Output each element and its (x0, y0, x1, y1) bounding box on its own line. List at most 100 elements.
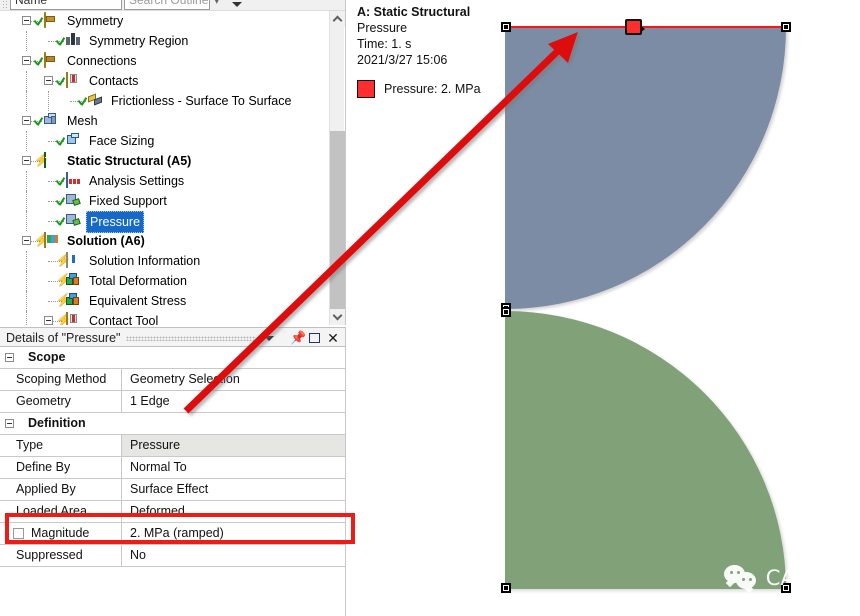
tree-item[interactable]: ⚡ Solution (A6) (0, 231, 330, 251)
property-name: Geometry (0, 391, 122, 412)
outline-scrollbar[interactable] (329, 11, 345, 325)
tree-guide (26, 251, 27, 271)
scrollbar-thumb[interactable] (330, 131, 345, 313)
property-value[interactable]: 1 Edge (122, 391, 345, 412)
tree-item[interactable]: ⚡ Equivalent Stress (0, 291, 330, 311)
contacts-folder-icon (66, 312, 77, 325)
status-check-icon (55, 36, 66, 47)
selection-handle[interactable] (781, 22, 791, 32)
tree-item[interactable]: Analysis Settings (0, 171, 330, 191)
tree-item-label: Mesh (67, 114, 98, 128)
wechat-eye (736, 571, 740, 574)
toolbar-grip[interactable] (2, 0, 8, 10)
tree-item[interactable]: ⚡ Solution Information (0, 251, 330, 271)
tree-item[interactable]: ⚡ Total Deformation (0, 271, 330, 291)
tree-expander[interactable] (44, 76, 53, 85)
outline-panel: Name Search Outline ▾ Symmetry Symmetry R… (0, 0, 346, 325)
tree-expander[interactable] (22, 16, 31, 25)
selection-handle[interactable] (501, 583, 511, 593)
tree-item-label: Symmetry Region (89, 34, 189, 48)
status-check-icon (55, 176, 66, 187)
details-property-row[interactable]: Loaded Area Deformed (0, 501, 345, 523)
property-value[interactable]: Geometry Selection (122, 369, 345, 390)
static-structural-icon (44, 152, 58, 168)
details-property-row[interactable]: Define By Normal To (0, 457, 345, 479)
tree-expander[interactable] (22, 156, 31, 165)
status-bolt-icon: ⚡ (56, 253, 71, 267)
tree-item[interactable]: Fixed Support (0, 191, 330, 211)
tree-item[interactable]: Contacts (0, 71, 330, 91)
tree-expander[interactable] (22, 56, 31, 65)
scroll-down-button[interactable] (330, 309, 345, 325)
group-collapse-icon[interactable] (5, 419, 14, 428)
details-property-table[interactable]: Scope Scoping Method Geometry Selection Geo… (0, 347, 345, 567)
details-property-row[interactable]: Geometry 1 Edge (0, 391, 345, 413)
tree-guide (26, 271, 27, 291)
details-pin-button[interactable]: 📌 (290, 331, 306, 345)
tree-item[interactable]: ⚡ Static Structural (A5) (0, 151, 330, 171)
geometry-lower-body[interactable] (505, 311, 786, 589)
contacts-folder-icon (66, 72, 77, 88)
status-check-icon (55, 76, 66, 87)
toolbar-overflow-icon[interactable] (232, 2, 242, 7)
selection-handle[interactable] (501, 307, 511, 317)
group-collapse-icon[interactable] (5, 353, 14, 362)
property-value[interactable]: Normal To (122, 457, 345, 478)
details-group-row[interactable]: Scope (0, 347, 345, 369)
property-value[interactable]: No (122, 545, 345, 566)
pressure-loaded-edge[interactable] (505, 26, 787, 28)
tree-item[interactable]: Mesh (0, 111, 330, 131)
tree-item-label: Symmetry (67, 14, 124, 28)
details-property-row[interactable]: Magnitude 2. MPa (ramped) (0, 523, 345, 545)
property-value[interactable]: Surface Effect (122, 479, 345, 500)
details-maximize-button[interactable] (308, 331, 322, 345)
graphics-viewport[interactable]: A: Static Structural Pressure Time: 1. s… (347, 0, 860, 616)
search-outline-input[interactable]: Search Outline (124, 0, 210, 10)
wechat-icon (723, 565, 758, 589)
details-close-button[interactable]: ✕ (326, 331, 340, 345)
solution-info-icon (66, 252, 75, 268)
details-title-dots (126, 336, 256, 341)
outline-tree[interactable]: Symmetry Symmetry Region Connections Contac… (0, 11, 330, 325)
tree-item[interactable]: Frictionless - Surface To Surface (0, 91, 330, 111)
tree-guide (26, 31, 27, 51)
tree-guide (26, 291, 27, 311)
search-outline-placeholder: Search Outline (129, 0, 209, 7)
property-checkbox[interactable] (13, 528, 24, 539)
details-property-row[interactable]: Applied By Surface Effect (0, 479, 345, 501)
tree-item-label: Pressure (86, 211, 145, 233)
tree-item[interactable]: Face Sizing (0, 131, 330, 151)
tree-item-label: Solution Information (89, 254, 201, 268)
viewport-legend: A: Static Structural Pressure Time: 1. s… (357, 4, 481, 98)
scroll-up-button[interactable] (330, 11, 345, 27)
details-group-row[interactable]: Definition (0, 413, 345, 435)
property-value[interactable]: 2. MPa (ramped) (122, 523, 345, 544)
tree-item[interactable]: Symmetry (0, 11, 330, 31)
tree-item[interactable]: Symmetry Region (0, 31, 330, 51)
tree-expander[interactable] (22, 116, 31, 125)
property-value[interactable]: Deformed (122, 501, 345, 522)
tree-item-label: Analysis Settings (89, 174, 185, 188)
tree-item[interactable]: ⚡ Contact Tool (0, 311, 330, 325)
selection-handle[interactable] (501, 22, 511, 32)
tree-item[interactable]: Connections (0, 51, 330, 71)
status-check-icon (55, 136, 66, 147)
tree-item-label: Solution (A6) (67, 234, 145, 248)
tree-item[interactable]: Pressure (0, 211, 330, 233)
tree-expander[interactable] (44, 316, 53, 325)
name-filter-combo[interactable]: Name (10, 0, 122, 10)
tree-expander[interactable] (22, 236, 31, 245)
details-property-row[interactable]: Scoping Method Geometry Selection (0, 369, 345, 391)
geometry-upper-body[interactable] (505, 27, 786, 309)
status-check-icon (55, 216, 66, 227)
details-property-row[interactable]: Suppressed No (0, 545, 345, 567)
tree-item-label: Fixed Support (89, 194, 167, 208)
tree-guide (26, 191, 27, 211)
handle-core (504, 25, 508, 29)
legend-timestamp: 2021/3/27 15:06 (357, 53, 448, 67)
details-property-row[interactable]: Type Pressure (0, 435, 345, 457)
outline-toolbar: Name Search Outline ▾ (0, 0, 345, 11)
property-value[interactable]: Pressure (122, 435, 345, 456)
status-check-icon (33, 116, 44, 127)
details-dropdown-button[interactable] (262, 331, 276, 345)
